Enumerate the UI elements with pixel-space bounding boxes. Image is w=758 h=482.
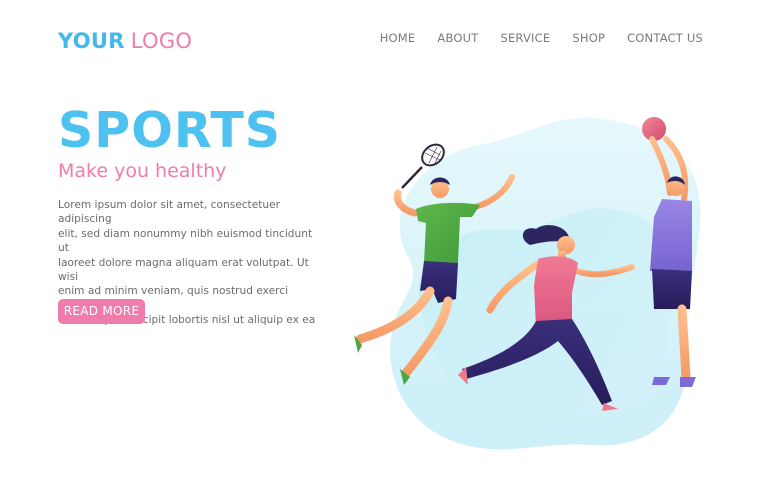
nav-about[interactable]: ABOUT xyxy=(437,31,478,45)
nav-home[interactable]: HOME xyxy=(380,31,416,45)
sports-illustration xyxy=(340,105,730,465)
logo-your: YOUR xyxy=(58,29,125,53)
illustration-svg xyxy=(354,117,701,450)
nav-contact-us[interactable]: CONTACT US xyxy=(627,31,703,45)
main-nav: HOME ABOUT SERVICE SHOP CONTACT US xyxy=(380,31,703,45)
hero-subtitle: Make you healthy xyxy=(58,160,227,182)
logo-word: LOGO xyxy=(130,29,193,53)
nav-service[interactable]: SERVICE xyxy=(500,31,550,45)
nav-shop[interactable]: SHOP xyxy=(572,31,605,45)
hero-title: SPORTS xyxy=(58,102,282,159)
logo[interactable]: YOUR LOGO xyxy=(58,29,192,53)
read-more-button[interactable]: READ MORE xyxy=(58,299,145,324)
